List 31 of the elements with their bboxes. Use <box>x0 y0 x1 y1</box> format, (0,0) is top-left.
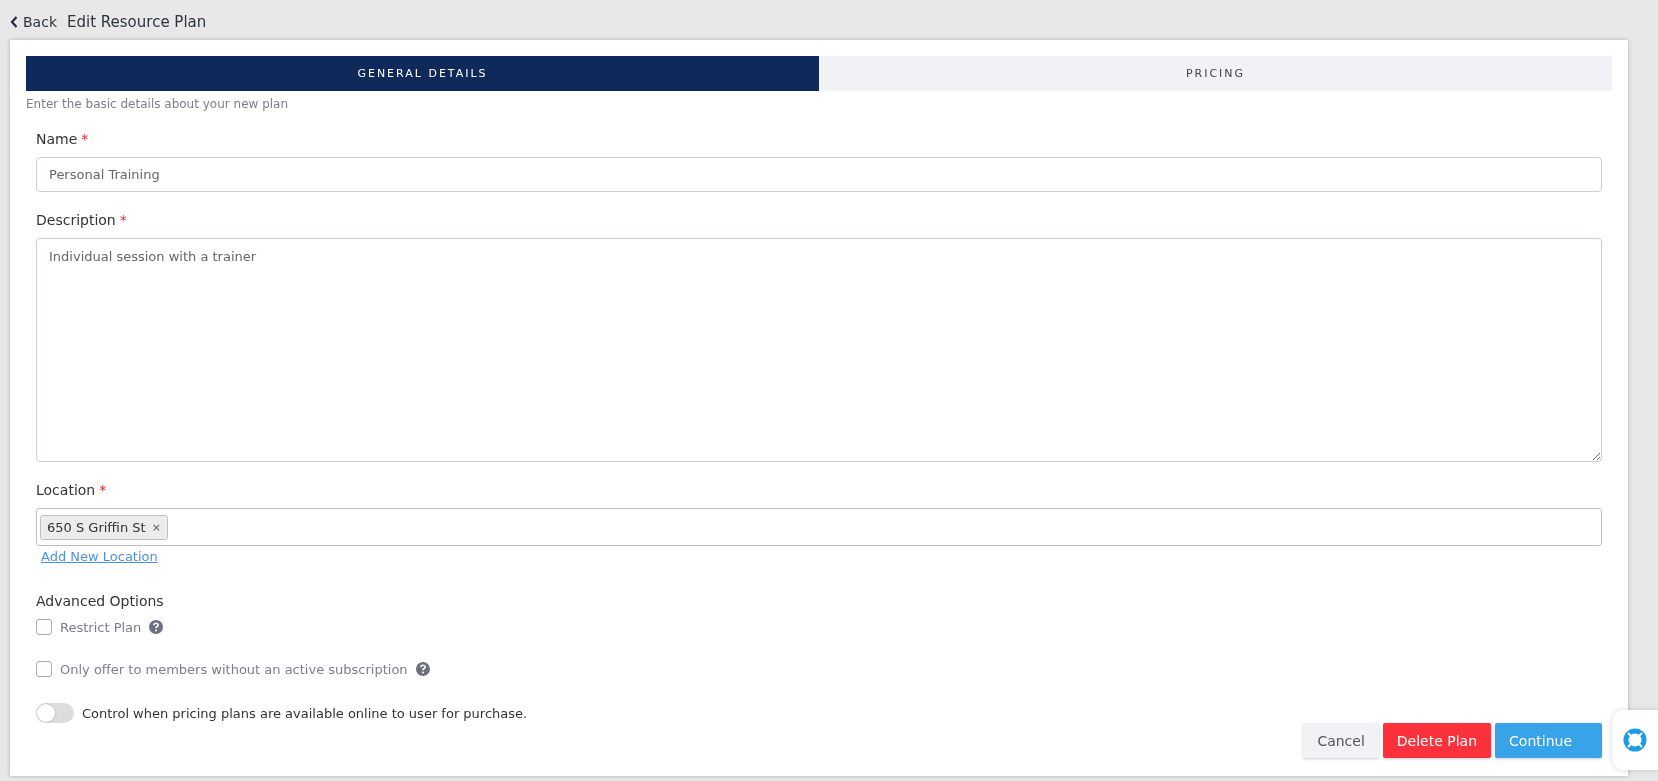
input-field[interactable]: Personal Training <box>36 157 1602 192</box>
help-icon[interactable] <box>149 620 164 634</box>
option-label: Only offer to members without an active subscription <box>60 661 408 677</box>
checkbox[interactable] <box>36 619 52 635</box>
field-label: Location <box>36 482 96 498</box>
field-label: Name <box>36 131 78 147</box>
lifebuoy-icon <box>1623 728 1647 752</box>
tab[interactable]: PRICING <box>819 56 1612 91</box>
tag-text: 650 S Griffin St <box>47 519 146 535</box>
remove-tag-button[interactable]: × <box>151 520 161 534</box>
section-title: Advanced Options <box>36 593 165 609</box>
cancel-button[interactable]: Cancel <box>1303 723 1379 758</box>
option-label: Restrict Plan <box>60 619 142 635</box>
tab[interactable]: GENERAL DETAILS <box>26 56 819 91</box>
chevron-left-icon <box>10 16 18 28</box>
add-location-link[interactable]: Add New Location <box>41 549 158 564</box>
checkbox[interactable] <box>36 661 52 677</box>
required-mark: * <box>81 131 89 147</box>
option-label: Control when pricing plans are available online to user for purchase. <box>82 705 528 721</box>
hint-text: Enter the basic details about your new plan <box>26 97 290 111</box>
delete-button[interactable]: Delete Plan <box>1382 723 1492 758</box>
page-title: Edit Resource Plan <box>67 13 207 31</box>
toggle-switch[interactable] <box>36 703 74 723</box>
textarea-field[interactable]: Individual session with a trainer <box>36 238 1602 462</box>
field-label: Description <box>36 212 116 228</box>
required-mark: * <box>99 482 107 498</box>
help-icon[interactable] <box>415 662 430 676</box>
help-widget[interactable] <box>1612 710 1658 770</box>
back-link[interactable]: Back <box>10 14 57 30</box>
required-mark: * <box>119 212 127 228</box>
location-select[interactable]: 650 S Griffin St × <box>36 508 1602 546</box>
